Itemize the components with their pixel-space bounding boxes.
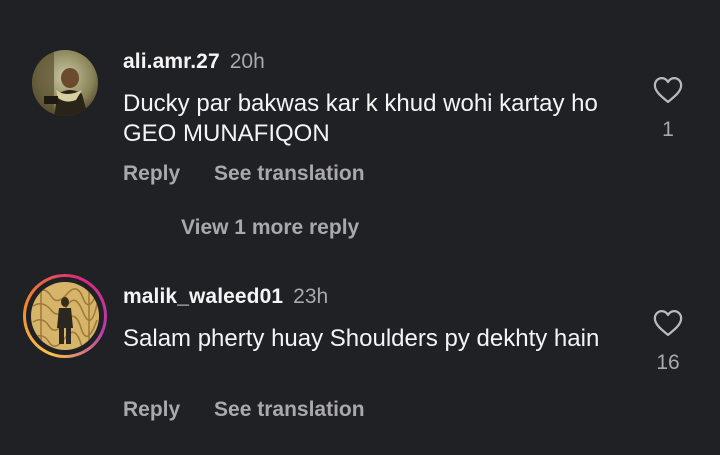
comment-header: malik_waleed01 23h <box>123 284 328 310</box>
comments-panel: ali.amr.27 20h Ducky par bakwas kar k khu… <box>0 0 720 455</box>
see-translation-button[interactable]: See translation <box>214 162 365 186</box>
comment-timestamp: 20h <box>229 50 265 73</box>
like-count: 1 <box>662 118 674 141</box>
comment-timestamp: 23h <box>293 285 329 308</box>
comment-header: ali.amr.27 20h <box>123 49 265 75</box>
comment-actions: Reply See translation <box>123 162 365 186</box>
see-translation-button[interactable]: See translation <box>214 398 365 422</box>
like-count: 16 <box>656 351 680 374</box>
avatar-photo <box>32 50 98 116</box>
comment-actions: Reply See translation <box>123 398 365 422</box>
comment-text: Ducky par bakwas kar k khud wohi kartay … <box>123 90 598 147</box>
comment-text: Salam pherty huay Shoulders py dekhty ha… <box>123 325 600 352</box>
reply-button[interactable]: Reply <box>123 162 180 186</box>
heart-outline-icon[interactable] <box>653 309 683 337</box>
username-link[interactable]: ali.amr.27 <box>123 50 220 73</box>
heart-outline-icon[interactable] <box>653 76 683 104</box>
like-control: 16 <box>648 309 688 375</box>
reply-button[interactable]: Reply <box>123 398 180 422</box>
like-control: 1 <box>648 76 688 142</box>
view-more-replies-button[interactable]: View 1 more reply <box>181 216 359 240</box>
avatar[interactable] <box>32 50 98 116</box>
username-link[interactable]: malik_waleed01 <box>123 285 283 308</box>
avatar[interactable] <box>31 282 99 350</box>
avatar-photo <box>31 282 99 350</box>
